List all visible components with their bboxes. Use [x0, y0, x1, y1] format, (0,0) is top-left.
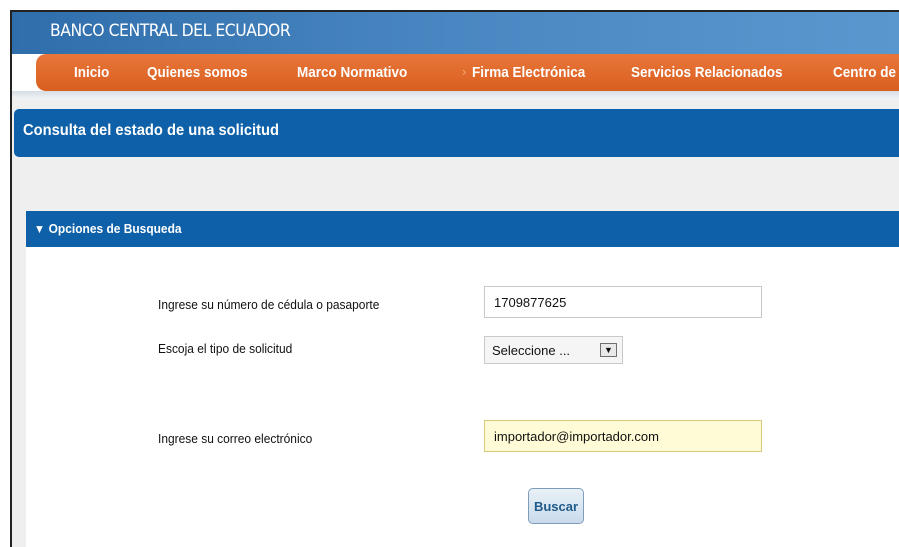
chevron-down-icon[interactable]: ▼	[600, 343, 617, 357]
main-nav: Inicio Quienes somos Marco Normativo › F…	[36, 54, 899, 91]
search-button[interactable]: Buscar	[528, 488, 584, 524]
nav-item-firma-electronica[interactable]: Firma Electrónica	[472, 64, 585, 81]
nav-item-marco-normativo[interactable]: Marco Normativo	[297, 64, 407, 81]
search-options-header[interactable]: ▼ Opciones de Busqueda	[26, 211, 899, 247]
nav-item-inicio[interactable]: Inicio	[74, 64, 109, 81]
nav-item-centro-de[interactable]: Centro de D	[833, 64, 899, 81]
id-number-input[interactable]	[484, 286, 762, 318]
page-title: Consulta del estado de una solicitud	[23, 122, 280, 139]
request-type-selected: Seleccione ...	[492, 343, 571, 358]
collapse-triangle-icon[interactable]: ▼	[34, 222, 45, 236]
brand-logo[interactable]: BANCO CENTRAL DEL ECUADOR	[50, 21, 291, 41]
request-type-select[interactable]: Seleccione ... ▼	[484, 336, 623, 364]
email-label: Ingrese su correo electrónico	[158, 431, 313, 446]
main-content: Consulta del estado de una solicitud ▼ Op…	[12, 99, 899, 547]
id-number-label: Ingrese su número de cédula o pasaporte	[158, 297, 380, 312]
page-title-bar: Consulta del estado de una solicitud	[14, 109, 899, 157]
request-type-label: Escoja el tipo de solicitud	[158, 341, 293, 356]
nav-divider	[12, 91, 899, 99]
nav-item-servicios-relacionados[interactable]: Servicios Relacionados	[631, 64, 783, 81]
search-options-title: Opciones de Busqueda	[48, 221, 182, 236]
active-nav-arrow-icon: ›	[462, 64, 467, 79]
site-header: BANCO CENTRAL DEL ECUADOR	[12, 12, 899, 54]
search-options-panel: ▼ Opciones de Busqueda Ingrese su número …	[26, 211, 899, 547]
browser-viewport: BANCO CENTRAL DEL ECUADOR Inicio Quienes…	[10, 10, 899, 547]
email-input[interactable]	[484, 420, 762, 452]
nav-item-quienes-somos[interactable]: Quienes somos	[147, 64, 248, 81]
